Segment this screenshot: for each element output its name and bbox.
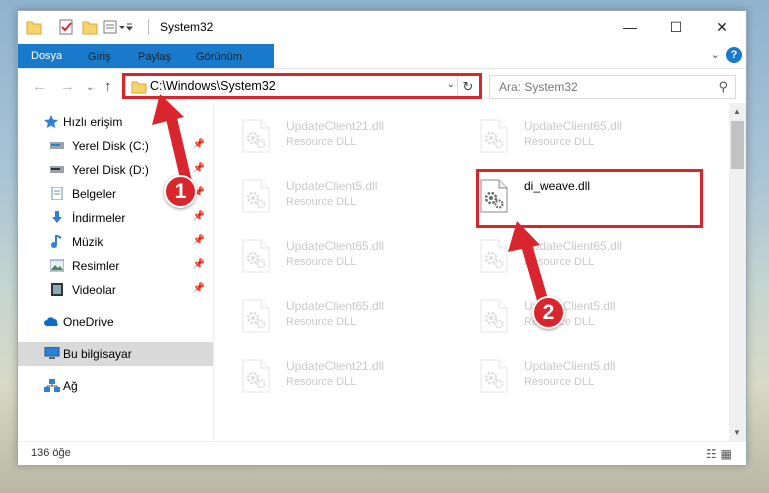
callout-2: 2 <box>532 296 565 329</box>
callout-1: 1 <box>164 175 197 208</box>
arrow-1-head <box>152 94 184 125</box>
arrow-2-head <box>508 221 540 252</box>
arrow-2-shaft <box>519 234 548 304</box>
arrow-1-shaft <box>164 106 192 186</box>
annotation-arrows <box>152 94 548 304</box>
